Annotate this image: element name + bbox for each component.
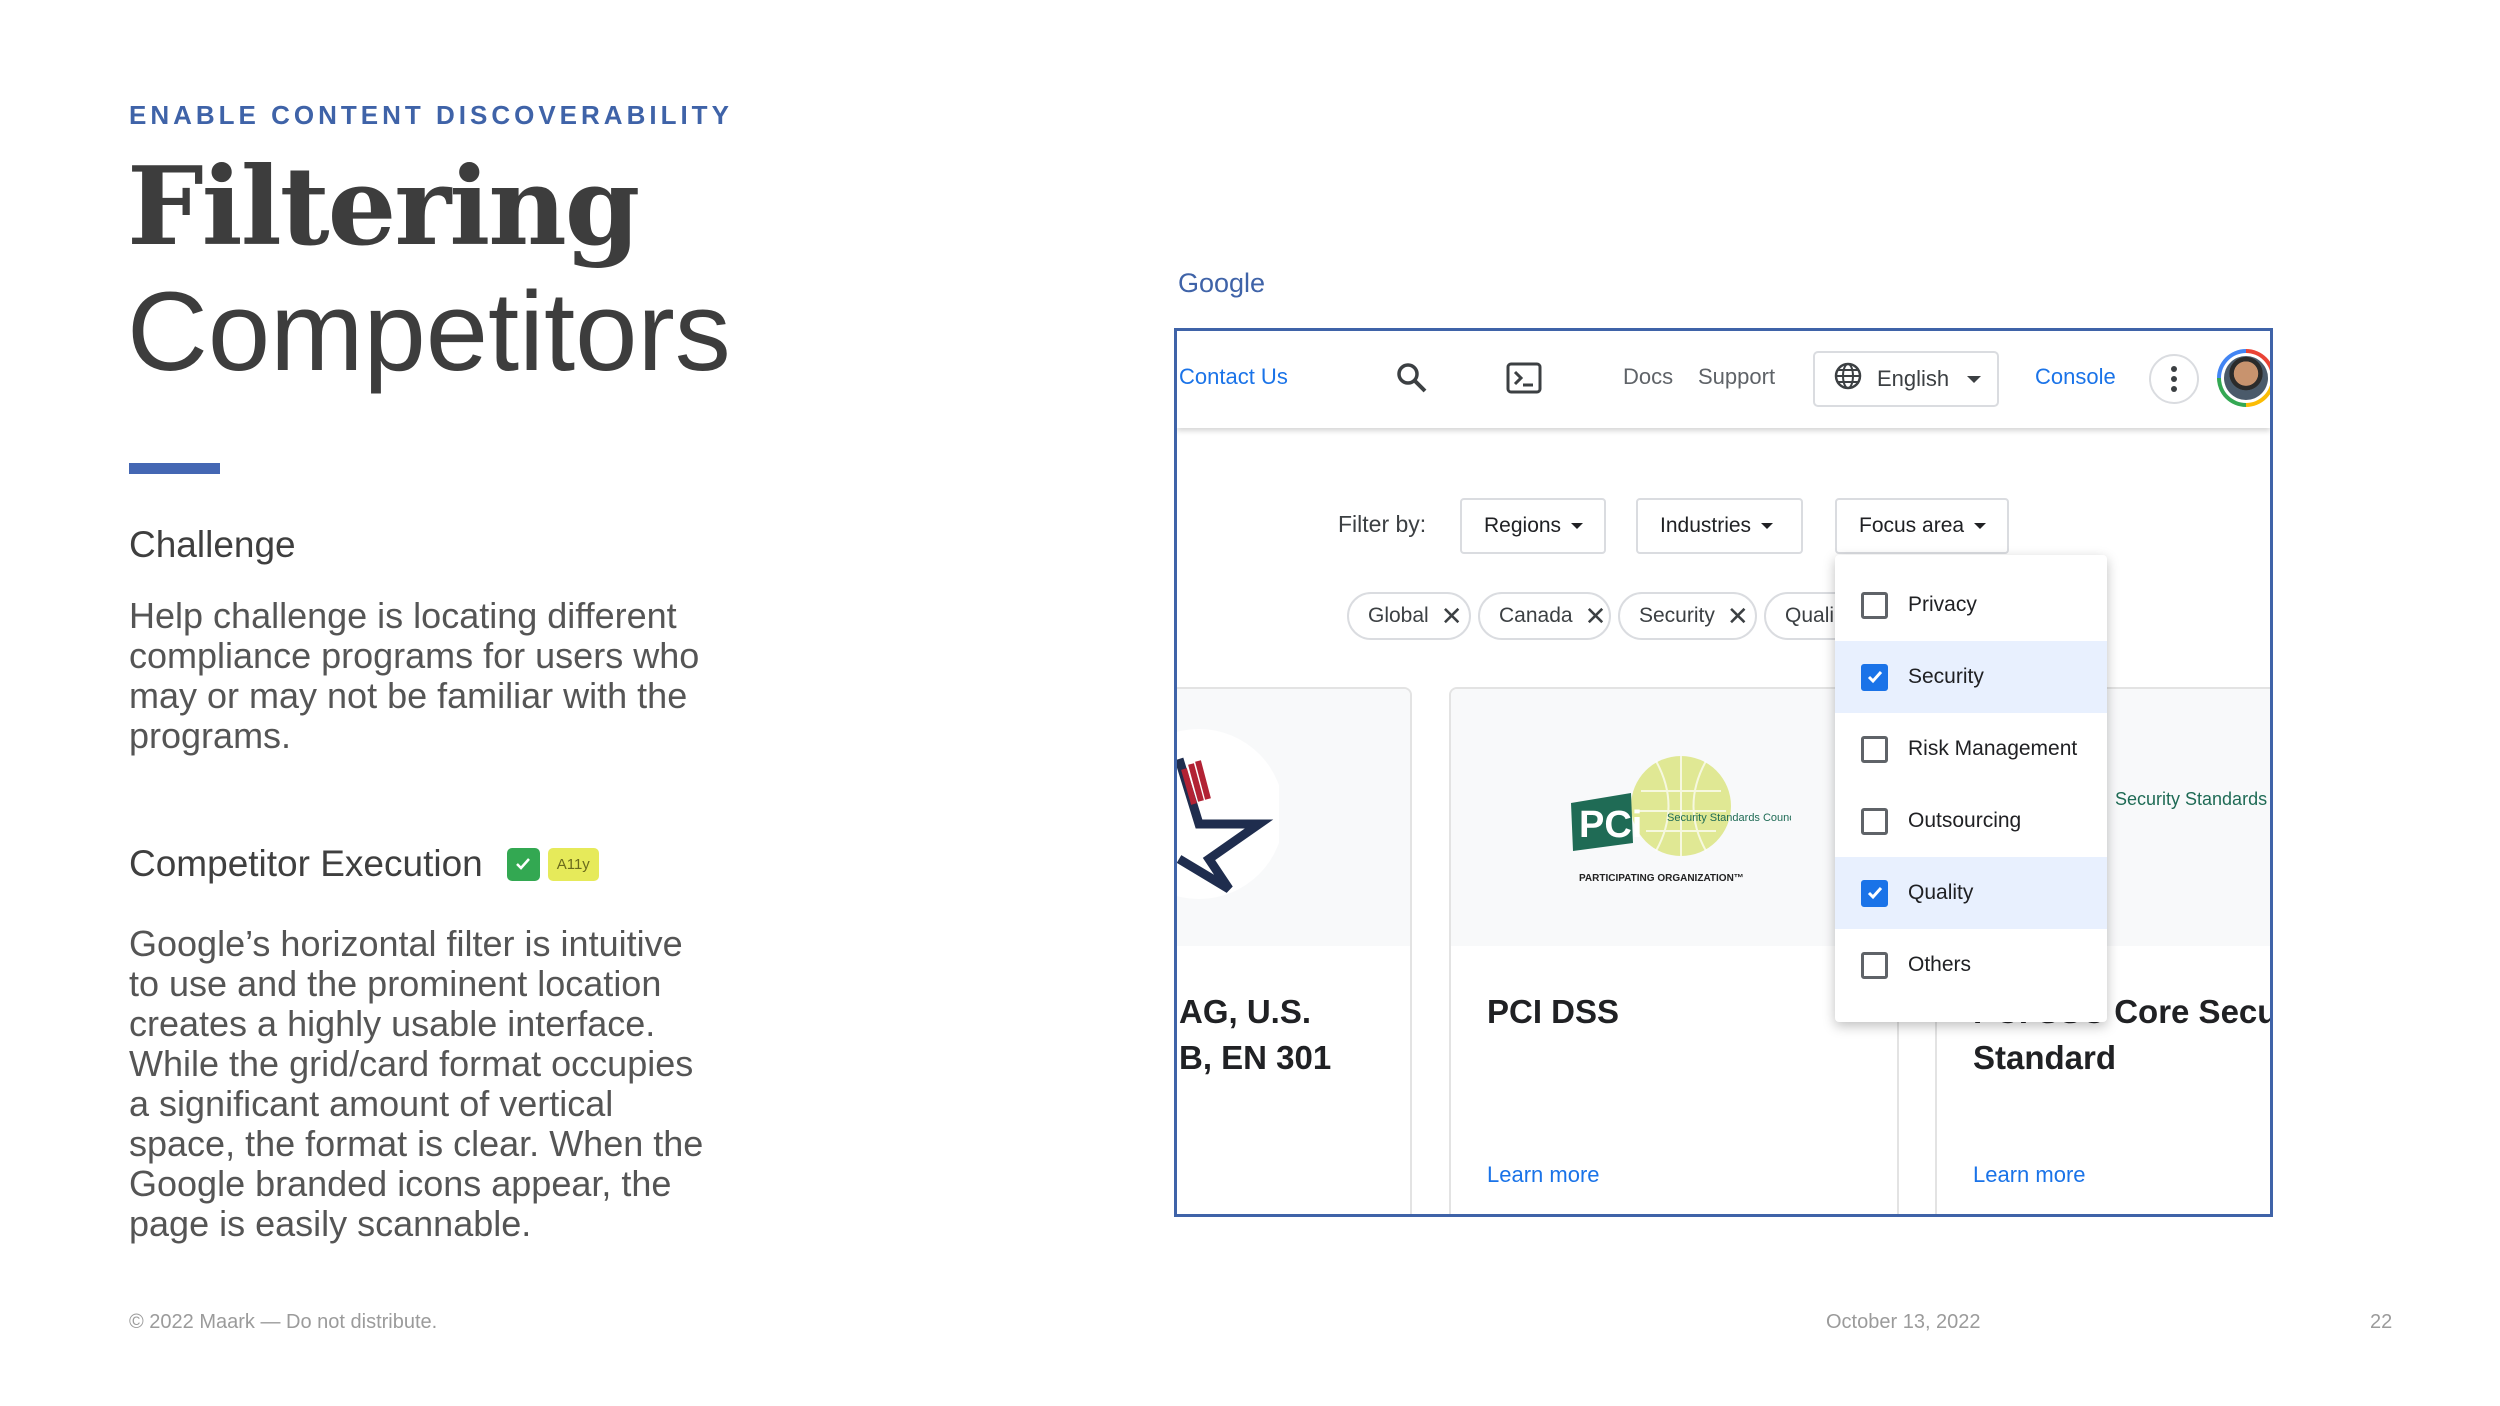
menu-item-others[interactable]: Others — [1835, 929, 2107, 1001]
caret-down-icon — [1967, 375, 1982, 383]
filter-chip-security[interactable]: Security ✕ — [1618, 592, 1757, 640]
industries-dropdown-label: Industries — [1660, 514, 1752, 537]
challenge-heading: Challenge — [129, 524, 296, 565]
chip-label: Global — [1368, 604, 1429, 627]
challenge-body: Help challenge is locating different com… — [129, 595, 700, 756]
menu-item-security[interactable]: Security — [1835, 641, 2107, 713]
close-icon[interactable]: ✕ — [1727, 603, 1749, 629]
close-icon[interactable]: ✕ — [1585, 603, 1607, 629]
menu-item-label: Others — [1908, 953, 1972, 976]
filter-chip-canada[interactable]: Canada ✕ — [1478, 592, 1611, 640]
regions-dropdown-label: Regions — [1484, 514, 1562, 537]
top-nav-bar: Contact Us Docs Support English Console — [1177, 331, 2270, 428]
card-title-line: AG, U.S. — [1179, 993, 1312, 1030]
title-line-1: Filtering — [127, 144, 640, 270]
checkbox-unchecked-icon[interactable] — [1861, 591, 1888, 619]
card-title-line: Standard — [1973, 1039, 2117, 1076]
avatar[interactable] — [2217, 349, 2270, 407]
focus-area-menu: Privacy Security Risk Management Outsour… — [1835, 555, 2107, 1022]
globe-icon — [1833, 361, 1863, 397]
console-link[interactable]: Console — [2035, 364, 2116, 390]
page-number: 22 — [2370, 1311, 2393, 1333]
footer-date: October 13, 2022 — [1826, 1311, 1981, 1333]
checkbox-checked-icon[interactable] — [1861, 879, 1888, 907]
focus-area-dropdown-label: Focus area — [1859, 514, 1965, 537]
checkbox-unchecked-icon[interactable] — [1861, 735, 1888, 763]
check-badge-icon — [506, 847, 540, 881]
execution-body: Google’s horizontal filter is intuitive … — [129, 923, 704, 1244]
star-logo-icon — [1177, 729, 1279, 899]
caret-down-icon — [1974, 523, 1987, 529]
pci-council-text: Security Standards Council — [1667, 812, 1791, 824]
learn-more-link[interactable]: Learn more — [1487, 1162, 1600, 1188]
learn-more-link[interactable]: Learn more — [1973, 1162, 2086, 1188]
chip-label: Security — [1639, 604, 1715, 627]
card-title-line: PCI DSS — [1487, 993, 1620, 1030]
program-card[interactable]: PCi Security Standards Council PARTICIPA… — [1449, 687, 1899, 1214]
caret-down-icon — [1571, 523, 1584, 529]
execution-heading-row: Competitor Execution A11y — [129, 843, 599, 885]
menu-item-risk-management[interactable]: Risk Management — [1835, 713, 2107, 785]
checkbox-unchecked-icon[interactable] — [1861, 807, 1888, 835]
docs-link[interactable]: Docs — [1623, 364, 1673, 390]
pci-logo-text: PCi — [1579, 804, 1642, 846]
filter-chip-global[interactable]: Global ✕ — [1347, 592, 1471, 640]
card-title: AG, U.S. B, EN 301 — [1179, 989, 1331, 1081]
footer-copyright: © 2022 Maark — Do not distribute. — [129, 1311, 438, 1333]
card-title: PCI DSS — [1487, 989, 1619, 1035]
a11y-badge: A11y — [547, 847, 599, 881]
more-vert-icon[interactable] — [2149, 354, 2199, 404]
industries-dropdown[interactable]: Industries — [1636, 498, 1803, 554]
screenshot-frame: Contact Us Docs Support English Console … — [1174, 328, 2273, 1217]
menu-item-outsourcing[interactable]: Outsourcing — [1835, 785, 2107, 857]
language-label: English — [1877, 366, 1950, 391]
card-logo-area: PCi Security Standards Council PARTICIPA… — [1451, 689, 1897, 946]
execution-heading: Competitor Execution — [129, 843, 483, 884]
regions-dropdown[interactable]: Regions — [1460, 498, 1606, 554]
badges: A11y — [506, 847, 599, 881]
accent-rule — [129, 463, 220, 474]
ssc-council-text: Security Standards Cou — [2115, 789, 2273, 809]
chip-label: Canada — [1499, 604, 1573, 627]
title-line-2: Competitors — [127, 269, 731, 394]
chip-label: Quali — [1785, 604, 1835, 627]
filter-by-label: Filter by: — [1338, 511, 1427, 537]
terminal-icon[interactable] — [1506, 361, 1542, 395]
language-selector[interactable]: English — [1813, 351, 1999, 407]
card-logo-area — [1177, 689, 1410, 946]
caret-down-icon — [1761, 523, 1774, 529]
pci-logo-icon: PCi Security Standards Council PARTICIPA… — [1571, 756, 1791, 884]
menu-item-label: Outsourcing — [1908, 809, 2022, 832]
close-icon[interactable]: ✕ — [1441, 603, 1463, 629]
support-link[interactable]: Support — [1698, 364, 1775, 390]
menu-item-privacy[interactable]: Privacy — [1835, 569, 2107, 641]
focus-area-dropdown[interactable]: Focus area — [1835, 498, 2009, 554]
menu-item-label: Quality — [1908, 881, 1974, 904]
program-card[interactable]: AG, U.S. B, EN 301 — [1177, 687, 1412, 1214]
checkbox-checked-icon[interactable] — [1861, 663, 1888, 691]
menu-item-label: Risk Management — [1908, 737, 2078, 760]
search-icon[interactable] — [1395, 361, 1429, 395]
checkbox-unchecked-icon[interactable] — [1861, 951, 1888, 979]
menu-item-label: Privacy — [1908, 593, 1977, 616]
eyebrow: ENABLE CONTENT DISCOVERABILITY — [129, 100, 733, 130]
menu-item-label: Security — [1908, 665, 1984, 688]
contact-us-link[interactable]: Contact Us — [1179, 364, 1288, 390]
card-title-line: B, EN 301 — [1179, 1039, 1332, 1076]
menu-item-quality[interactable]: Quality — [1835, 857, 2107, 929]
pci-caption-text: PARTICIPATING ORGANIZATION™ — [1579, 873, 1744, 884]
screenshot-brand-label: Google — [1178, 268, 1266, 298]
